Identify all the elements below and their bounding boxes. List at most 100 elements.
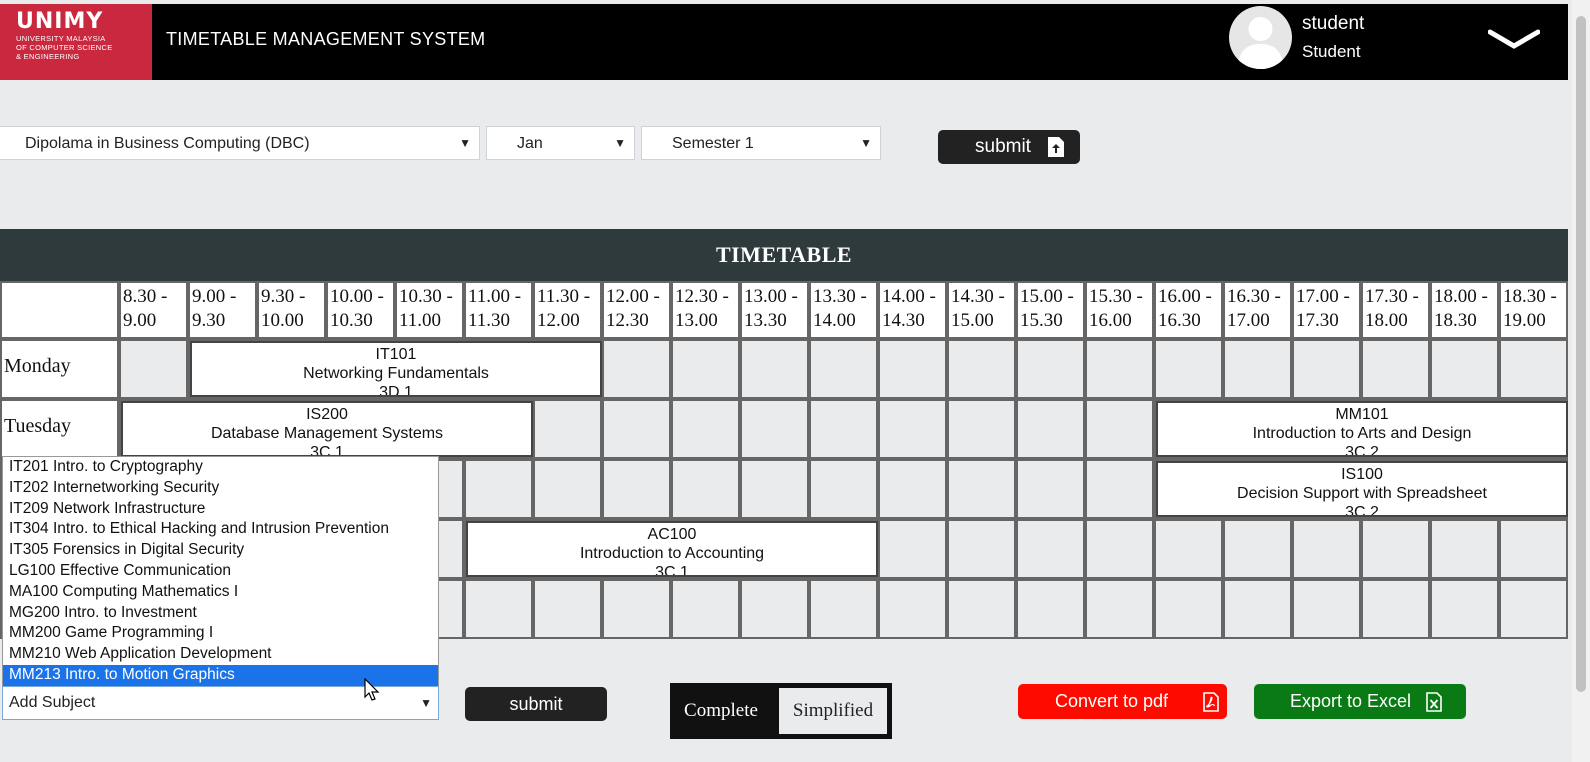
subject-option[interactable]: IT304 Intro. to Ethical Hacking and Intr… [3,519,438,540]
empty-slot[interactable] [878,399,947,459]
class-block[interactable]: IT101 Networking Fundamentals 3D.1 [190,341,602,397]
user-silhouette-icon [1237,17,1284,69]
empty-slot[interactable] [947,399,1016,459]
semester-select[interactable]: Semester 1 ▼ [641,126,881,160]
subject-option[interactable]: MM210 Web Application Development [3,644,438,665]
empty-slot[interactable] [1430,579,1499,639]
empty-slot[interactable] [602,459,671,519]
convert-to-pdf-button[interactable]: Convert to pdf [1018,684,1227,719]
empty-slot[interactable] [1085,399,1154,459]
empty-slot[interactable] [1085,459,1154,519]
empty-slot[interactable] [878,519,947,579]
empty-slot[interactable] [740,579,809,639]
empty-slot[interactable] [1292,579,1361,639]
empty-slot[interactable] [1361,339,1430,399]
subject-option[interactable]: IT305 Forensics in Digital Security [3,540,438,561]
empty-slot[interactable] [1154,579,1223,639]
empty-slot[interactable] [878,579,947,639]
subject-option[interactable]: MA100 Computing Mathematics I [3,582,438,603]
month-select[interactable]: Jan ▼ [486,126,635,160]
empty-slot[interactable] [1430,339,1499,399]
class-name: Introduction to Arts and Design [1252,425,1472,442]
empty-slot[interactable] [1499,579,1568,639]
empty-slot[interactable] [740,399,809,459]
empty-slot[interactable] [1016,579,1085,639]
program-select[interactable]: Dipolama in Business Computing (DBC) ▼ [0,126,480,160]
empty-slot[interactable] [947,579,1016,639]
subject-option[interactable]: IT209 Network Infrastructure [3,499,438,520]
simplified-view-option[interactable]: Simplified [779,688,887,734]
empty-slot[interactable] [602,399,671,459]
empty-slot[interactable] [1223,579,1292,639]
empty-slot[interactable] [1154,339,1223,399]
empty-slot[interactable] [1016,459,1085,519]
empty-slot[interactable] [1085,519,1154,579]
empty-slot[interactable] [809,579,878,639]
empty-slot[interactable] [878,459,947,519]
empty-slot[interactable] [533,399,602,459]
empty-slot[interactable] [1292,339,1361,399]
complete-view-option[interactable]: Complete [675,688,767,734]
chevron-down-icon[interactable] [1488,28,1540,52]
empty-slot[interactable] [119,339,188,399]
empty-slot[interactable] [1016,519,1085,579]
class-block[interactable]: MM101 Introduction to Arts and Design 3C.2 [1156,401,1568,457]
class-room: 3C.2 [1345,504,1379,517]
empty-slot[interactable] [809,399,878,459]
app-title: TIMETABLE MANAGEMENT SYSTEM [166,29,486,49]
empty-slot[interactable] [947,339,1016,399]
empty-slot[interactable] [671,339,740,399]
empty-slot[interactable] [533,459,602,519]
scrollbar-thumb[interactable] [1576,16,1586,692]
empty-slot[interactable] [1223,339,1292,399]
empty-slot[interactable] [602,339,671,399]
empty-slot[interactable] [1016,339,1085,399]
add-subject-submit-button[interactable]: submit [465,687,607,721]
class-block[interactable]: AC100 Introduction to Accounting 3C.1 [466,521,878,577]
empty-slot[interactable] [1085,579,1154,639]
pdf-file-icon [1203,692,1219,712]
empty-slot[interactable] [1361,519,1430,579]
empty-slot[interactable] [809,459,878,519]
logo-subtitle-line: & ENGINEERING [16,52,80,61]
class-block[interactable]: IS100 Decision Support with Spreadsheet 3C… [1156,461,1568,517]
empty-slot[interactable] [1016,399,1085,459]
empty-slot[interactable] [947,459,1016,519]
empty-slot[interactable] [878,339,947,399]
empty-slot[interactable] [602,579,671,639]
university-logo[interactable]: UNIMY UNIVERSITY MALAYSIA OF COMPUTER SC… [0,4,152,80]
empty-slot[interactable] [740,459,809,519]
user-role: Student [1302,42,1361,61]
subject-option[interactable]: MG200 Intro. to Investment [3,603,438,624]
subject-option[interactable]: IT202 Internetworking Security [3,478,438,499]
empty-slot[interactable] [1223,519,1292,579]
filter-submit-button[interactable]: submit [938,130,1080,164]
vertical-scrollbar[interactable] [1572,0,1590,762]
empty-slot[interactable] [464,579,533,639]
empty-slot[interactable] [1361,579,1430,639]
dropdown-arrow-icon: ▼ [860,136,872,150]
empty-slot[interactable] [1499,519,1568,579]
subject-dropdown-list[interactable]: IT201 Intro. to Cryptography IT202 Intern… [2,456,439,686]
empty-slot[interactable] [671,399,740,459]
empty-slot[interactable] [1430,519,1499,579]
subject-option[interactable]: MM200 Game Programming I [3,623,438,644]
empty-slot[interactable] [533,579,602,639]
export-to-excel-button[interactable]: Export to Excel [1254,684,1466,719]
empty-slot[interactable] [947,519,1016,579]
empty-slot[interactable] [1154,519,1223,579]
subject-option[interactable]: LG100 Effective Communication [3,561,438,582]
empty-slot[interactable] [809,339,878,399]
empty-slot[interactable] [740,339,809,399]
user-avatar[interactable] [1229,6,1292,69]
empty-slot[interactable] [671,579,740,639]
empty-slot[interactable] [464,459,533,519]
empty-slot[interactable] [1292,519,1361,579]
empty-slot[interactable] [671,459,740,519]
subject-option[interactable]: IT201 Intro. to Cryptography [3,457,438,478]
class-block[interactable]: IS200 Database Management Systems 3C.1 [121,401,533,457]
empty-slot[interactable] [1499,339,1568,399]
empty-slot[interactable] [1085,339,1154,399]
dropdown-arrow-icon: ▼ [420,696,432,710]
time-slot-header: 12.00 - 12.30 [602,281,671,339]
